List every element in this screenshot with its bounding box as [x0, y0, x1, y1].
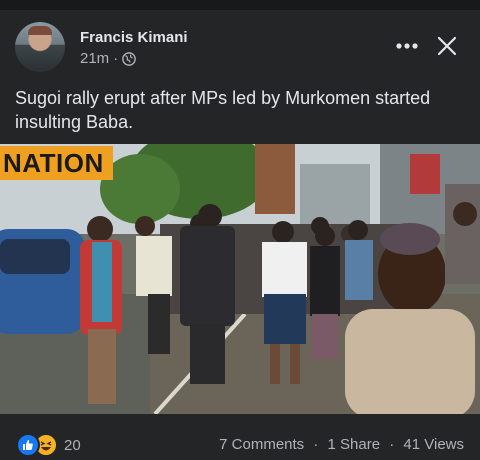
globe-icon[interactable] [122, 51, 137, 66]
reaction-count: 20 [64, 436, 81, 454]
close-icon[interactable] [435, 34, 459, 58]
post-header: Francis Kimani 21m · [0, 10, 480, 78]
top-strip [0, 0, 480, 10]
comments-link[interactable]: 7 Comments [219, 436, 304, 453]
like-reaction-icon [16, 433, 40, 457]
stats-separator: · [313, 436, 319, 453]
shares-link[interactable]: 1 Share [328, 436, 381, 453]
post-meta: 21m · [80, 50, 137, 67]
post-footer: 20 7 Comments · 1 Share · 41 Views [0, 425, 480, 459]
post-caption: Sugoi rally erupt after MPs led by Murko… [15, 88, 431, 132]
reactions-summary[interactable]: 20 [16, 433, 81, 457]
more-options-icon[interactable] [395, 34, 419, 58]
post-video[interactable]: NATION [0, 144, 480, 414]
post-card: Francis Kimani 21m · Sugoi rally erupt a… [0, 10, 480, 459]
meta-separator: · [113, 50, 119, 67]
views-count: 41 Views [403, 436, 464, 453]
nation-watermark: NATION [0, 146, 113, 180]
video-frame [0, 144, 480, 414]
author-avatar[interactable] [15, 22, 65, 72]
post-time[interactable]: 21m [80, 50, 109, 67]
stats-separator: · [389, 436, 395, 453]
engagement-stats: 7 Comments · 1 Share · 41 Views [219, 436, 464, 453]
author-name[interactable]: Francis Kimani [80, 29, 188, 46]
